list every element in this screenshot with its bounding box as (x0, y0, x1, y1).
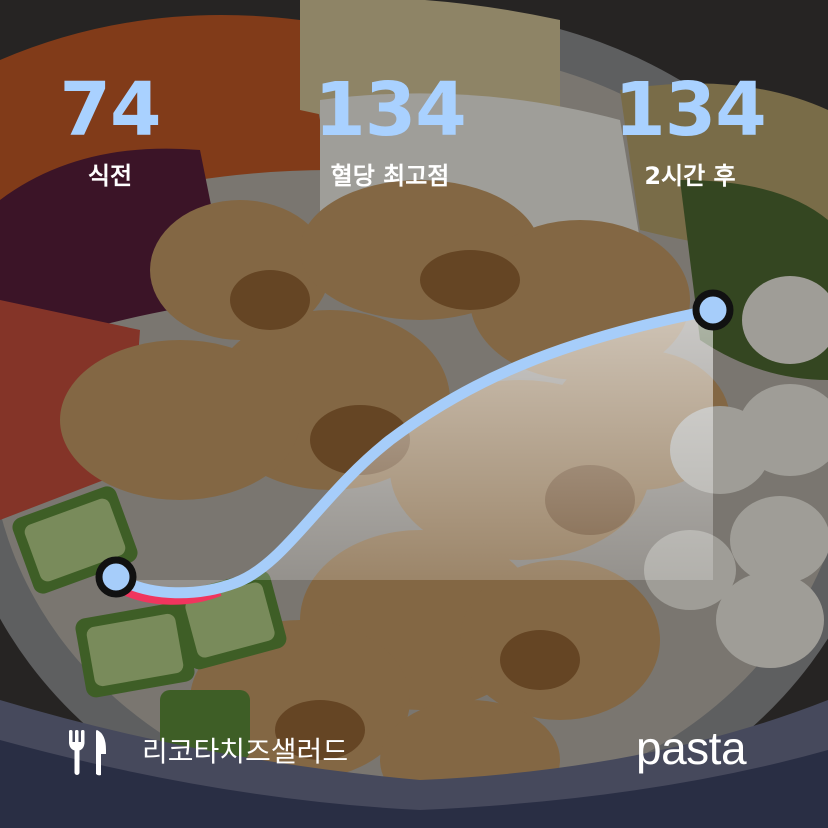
stat-label: 2시간 후 (644, 162, 736, 190)
stat-two-hours-after: 134 2시간 후 (570, 66, 810, 192)
brand-logo: pasta (636, 722, 747, 774)
meal-name: 리코타치즈샐러드 (142, 735, 349, 768)
stat-peak: 134 혈당 최고점 (270, 66, 510, 192)
glucose-share-card: 74 식전 134 혈당 최고점 134 2시간 후 리코타치즈샐러드 past… (0, 0, 828, 828)
utensils-icon (69, 730, 106, 776)
stat-label: 식전 (87, 162, 133, 190)
curve-area-fill (116, 310, 713, 593)
stat-label: 혈당 최고점 (330, 162, 450, 190)
stat-value: 134 (314, 67, 466, 153)
stat-value: 74 (59, 67, 162, 153)
end-point-marker (692, 289, 734, 331)
stat-value: 134 (614, 67, 766, 153)
stat-before-meal: 74 식전 (0, 66, 230, 192)
start-point-marker (95, 556, 137, 598)
